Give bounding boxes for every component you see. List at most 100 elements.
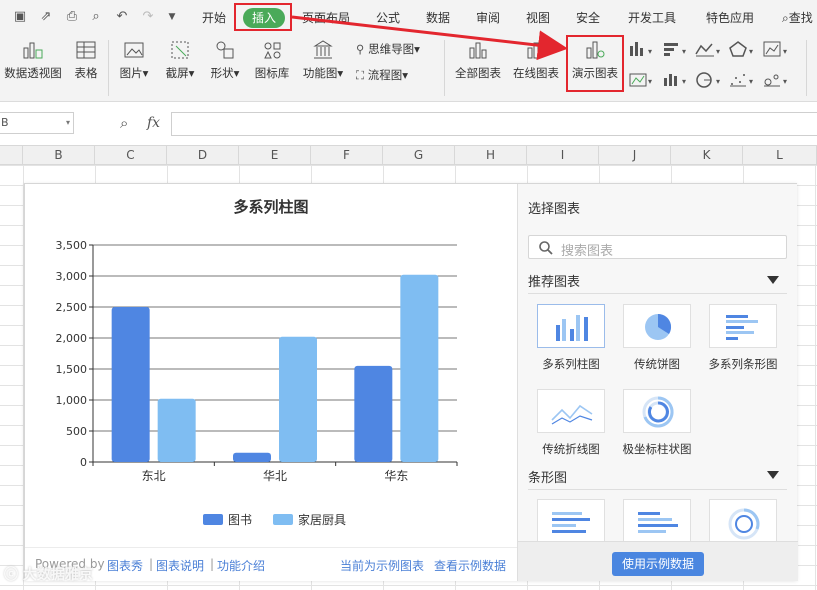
column-chart-icon[interactable]: ▾: [630, 42, 652, 56]
flowchart-button[interactable]: ⛶ 流程图▾: [356, 66, 408, 84]
screenshot-label: 截屏▾: [165, 66, 195, 80]
chart-tile-pie[interactable]: [623, 304, 691, 348]
bar-chart-icon[interactable]: ▾: [664, 43, 686, 56]
column-header[interactable]: D: [167, 146, 239, 165]
tab-view[interactable]: 视图: [526, 8, 550, 28]
mind-map-icon: ⚲: [356, 42, 365, 56]
ribbon: 数据透视图 表格 图片▾ 截屏▾ 形状▾ 图标库 功能图▾ ⚲ 思维导图▾ ⛶ …: [0, 34, 817, 102]
all-charts-button[interactable]: 全部图表: [452, 38, 504, 80]
tab-developer[interactable]: 开发工具: [628, 8, 676, 28]
y-tick-label: 1,000: [56, 394, 88, 407]
legend-swatch: [273, 514, 293, 525]
bubble-chart-icon[interactable]: ▾: [764, 74, 787, 87]
line-chart-icon[interactable]: ▾: [695, 43, 720, 57]
line-chart-icon: [551, 404, 593, 425]
bar: [157, 398, 196, 462]
tab-formula[interactable]: 公式: [376, 8, 400, 28]
brand-link[interactable]: 图表秀: [107, 557, 143, 574]
collapse-caret-icon[interactable]: [767, 471, 779, 479]
table-icon: [76, 41, 96, 59]
combo-chart-icon[interactable]: ▾: [664, 74, 686, 86]
flowchart-icon: ⛶: [356, 68, 365, 82]
column-header[interactable]: L: [743, 146, 817, 165]
y-tick-label: 1,500: [56, 363, 88, 376]
tab-security[interactable]: 安全: [576, 8, 600, 28]
print-icon[interactable]: ⎙: [64, 9, 80, 25]
tab-home[interactable]: 开始: [202, 8, 226, 28]
table-label: 表格: [74, 66, 98, 80]
column-header[interactable]: I: [527, 146, 599, 165]
bar-section-title: 条形图: [528, 471, 568, 486]
online-charts-button[interactable]: 在线图表: [510, 38, 562, 80]
function-icon[interactable]: fx: [147, 115, 160, 131]
online-charts-icon: [527, 42, 547, 59]
undo-icon[interactable]: ↶: [114, 9, 130, 25]
svg-text:▾: ▾: [716, 77, 720, 86]
column-header[interactable]: H: [455, 146, 527, 165]
column-header[interactable]: J: [599, 146, 671, 165]
stock-chart-icon[interactable]: ▾: [629, 73, 652, 87]
chart-tile-multi-bar[interactable]: [537, 304, 605, 348]
ribbon-divider: [108, 40, 109, 96]
radial-bar-chart-icon: [728, 508, 760, 540]
share-icon[interactable]: ⇗: [38, 9, 54, 25]
chart-title: 多系列柱图: [233, 198, 309, 216]
search-menu[interactable]: ⌕查找: [782, 8, 813, 28]
polar-bar-chart-icon: [642, 396, 674, 428]
corner-cell[interactable]: [0, 146, 23, 165]
search-label: 查找: [788, 11, 813, 25]
chart-tile-hbar-1[interactable]: [537, 499, 605, 541]
tab-insert[interactable]: 插入: [243, 8, 285, 28]
column-header[interactable]: C: [95, 146, 167, 165]
customize-dropdown-icon[interactable]: ▼: [164, 9, 180, 25]
radar-chart-icon[interactable]: ▾: [729, 41, 753, 57]
column-header[interactable]: E: [239, 146, 311, 165]
scatter-chart-icon[interactable]: ▾: [730, 74, 753, 87]
name-box[interactable]: B ▾: [0, 112, 74, 134]
chart-tile-line[interactable]: [537, 389, 605, 433]
picture-icon: [124, 42, 144, 58]
zoom-icon[interactable]: ⌕: [120, 114, 128, 132]
use-sample-data-button[interactable]: 使用示例数据: [612, 552, 704, 576]
tab-special[interactable]: 特色应用: [706, 8, 754, 28]
shape-button[interactable]: 形状▾: [205, 38, 245, 80]
bar: [279, 336, 317, 462]
print-preview-icon[interactable]: ⌕: [88, 9, 104, 25]
icon-library-icon: [264, 42, 281, 59]
chart-preview: 0 500 1,000 1,500 2,000 2,500 3,000 3,500 东北 华北 华东…: [25, 184, 517, 581]
tab-page-layout[interactable]: 页面布局: [302, 8, 350, 28]
multi-bar-chart-icon: [556, 315, 588, 341]
column-header[interactable]: F: [311, 146, 383, 165]
chart-tile-hbar-2[interactable]: [623, 499, 691, 541]
chart-tile-multi-hbar[interactable]: [709, 304, 777, 348]
save-icon[interactable]: ▣: [12, 9, 28, 25]
tab-review[interactable]: 审阅: [476, 8, 500, 28]
collapse-caret-icon[interactable]: [767, 276, 779, 284]
pivot-chart-label: 数据透视图: [4, 66, 62, 80]
icon-library-button[interactable]: 图标库: [250, 38, 294, 80]
chart-search-input[interactable]: 搜索图表: [528, 235, 787, 259]
svg-text:▾: ▾: [783, 47, 787, 56]
screenshot-button[interactable]: 截屏▾: [160, 38, 200, 80]
name-box-dropdown-icon[interactable]: ▾: [66, 113, 70, 133]
column-header[interactable]: K: [671, 146, 743, 165]
formula-input[interactable]: [171, 112, 817, 136]
function-chart-button[interactable]: 功能图▾: [298, 38, 348, 80]
area-chart-icon[interactable]: ▾: [763, 41, 787, 57]
chart-tile-polar-bar[interactable]: [623, 389, 691, 433]
pie-chart-icon[interactable]: ▾: [696, 72, 720, 88]
mind-map-button[interactable]: ⚲ 思维导图▾: [356, 40, 420, 58]
column-header[interactable]: B: [23, 146, 95, 165]
column-header[interactable]: G: [383, 146, 455, 165]
shape-label: 形状▾: [210, 66, 240, 80]
view-sample-data-link[interactable]: 查看示例数据: [434, 557, 506, 574]
chart-tile-radial-bar[interactable]: [709, 499, 777, 541]
y-tick-label: 2,000: [56, 332, 88, 345]
tab-data[interactable]: 数据: [426, 8, 450, 28]
picture-button[interactable]: 图片▾: [114, 38, 154, 80]
features-link[interactable]: 功能介绍: [217, 557, 265, 574]
redo-icon[interactable]: ↷: [140, 9, 156, 25]
pivot-chart-button[interactable]: 数据透视图: [2, 38, 64, 80]
table-button[interactable]: 表格: [70, 38, 102, 80]
chart-help-link[interactable]: 图表说明: [156, 557, 204, 574]
